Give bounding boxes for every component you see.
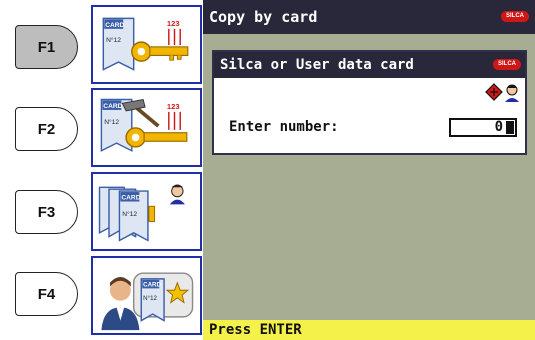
svg-text:123: 123 bbox=[167, 19, 180, 28]
silca-logo-small-icon: SILCA bbox=[493, 59, 521, 70]
svg-text:N°12: N°12 bbox=[122, 210, 137, 218]
cards-user-tile[interactable]: CARD N°12 bbox=[91, 172, 202, 251]
screen-title-bar: Copy by card SILCA bbox=[203, 0, 535, 34]
number-value: 0 bbox=[494, 119, 503, 135]
status-bar: Press ENTER bbox=[203, 320, 535, 340]
f3-button[interactable]: F3 bbox=[15, 190, 78, 234]
svg-text:CARD: CARD bbox=[103, 103, 122, 110]
f4-button[interactable]: F4 bbox=[15, 272, 78, 316]
f2-button[interactable]: F2 bbox=[15, 107, 78, 151]
stacked-cards-icon: CARD N°12 bbox=[98, 184, 185, 242]
svg-text:123: 123 bbox=[167, 102, 180, 111]
card-hammer-key-icon: CARD N°12 123 bbox=[100, 98, 188, 152]
enter-number-label: Enter number: bbox=[229, 119, 339, 135]
screen-title: Copy by card bbox=[209, 8, 318, 26]
dialog-title-bar: Silca or User data card SILCA bbox=[214, 52, 525, 78]
card-hammer-tile[interactable]: CARD N°12 123 bbox=[91, 88, 202, 167]
number-input[interactable]: 0 bbox=[449, 118, 517, 137]
svg-text:N°12: N°12 bbox=[143, 295, 157, 302]
text-cursor bbox=[506, 121, 514, 134]
silca-user-icon bbox=[485, 83, 519, 102]
card-key-tile[interactable]: CARD N°12 123 bbox=[91, 5, 202, 84]
svg-text:CARD: CARD bbox=[105, 22, 124, 29]
dialog-title: Silca or User data card bbox=[220, 57, 414, 73]
silca-logo-icon: SILCA bbox=[501, 11, 529, 22]
person-card-star-icon: CARD N°12 bbox=[101, 272, 194, 331]
f1-button[interactable]: F1 bbox=[15, 25, 78, 69]
svg-text:CARD: CARD bbox=[143, 281, 161, 288]
svg-text:N°12: N°12 bbox=[104, 118, 119, 126]
data-card-dialog: Silca or User data card SILCA Enter numb… bbox=[212, 50, 527, 155]
device-screen: Copy by card SILCA Silca or User data ca… bbox=[203, 0, 535, 340]
card-key-icon: CARD N°12 123 bbox=[102, 17, 189, 71]
user-card-tile[interactable]: CARD N°12 bbox=[91, 256, 202, 335]
svg-text:CARD: CARD bbox=[121, 195, 140, 202]
svg-text:N°12: N°12 bbox=[106, 36, 121, 44]
